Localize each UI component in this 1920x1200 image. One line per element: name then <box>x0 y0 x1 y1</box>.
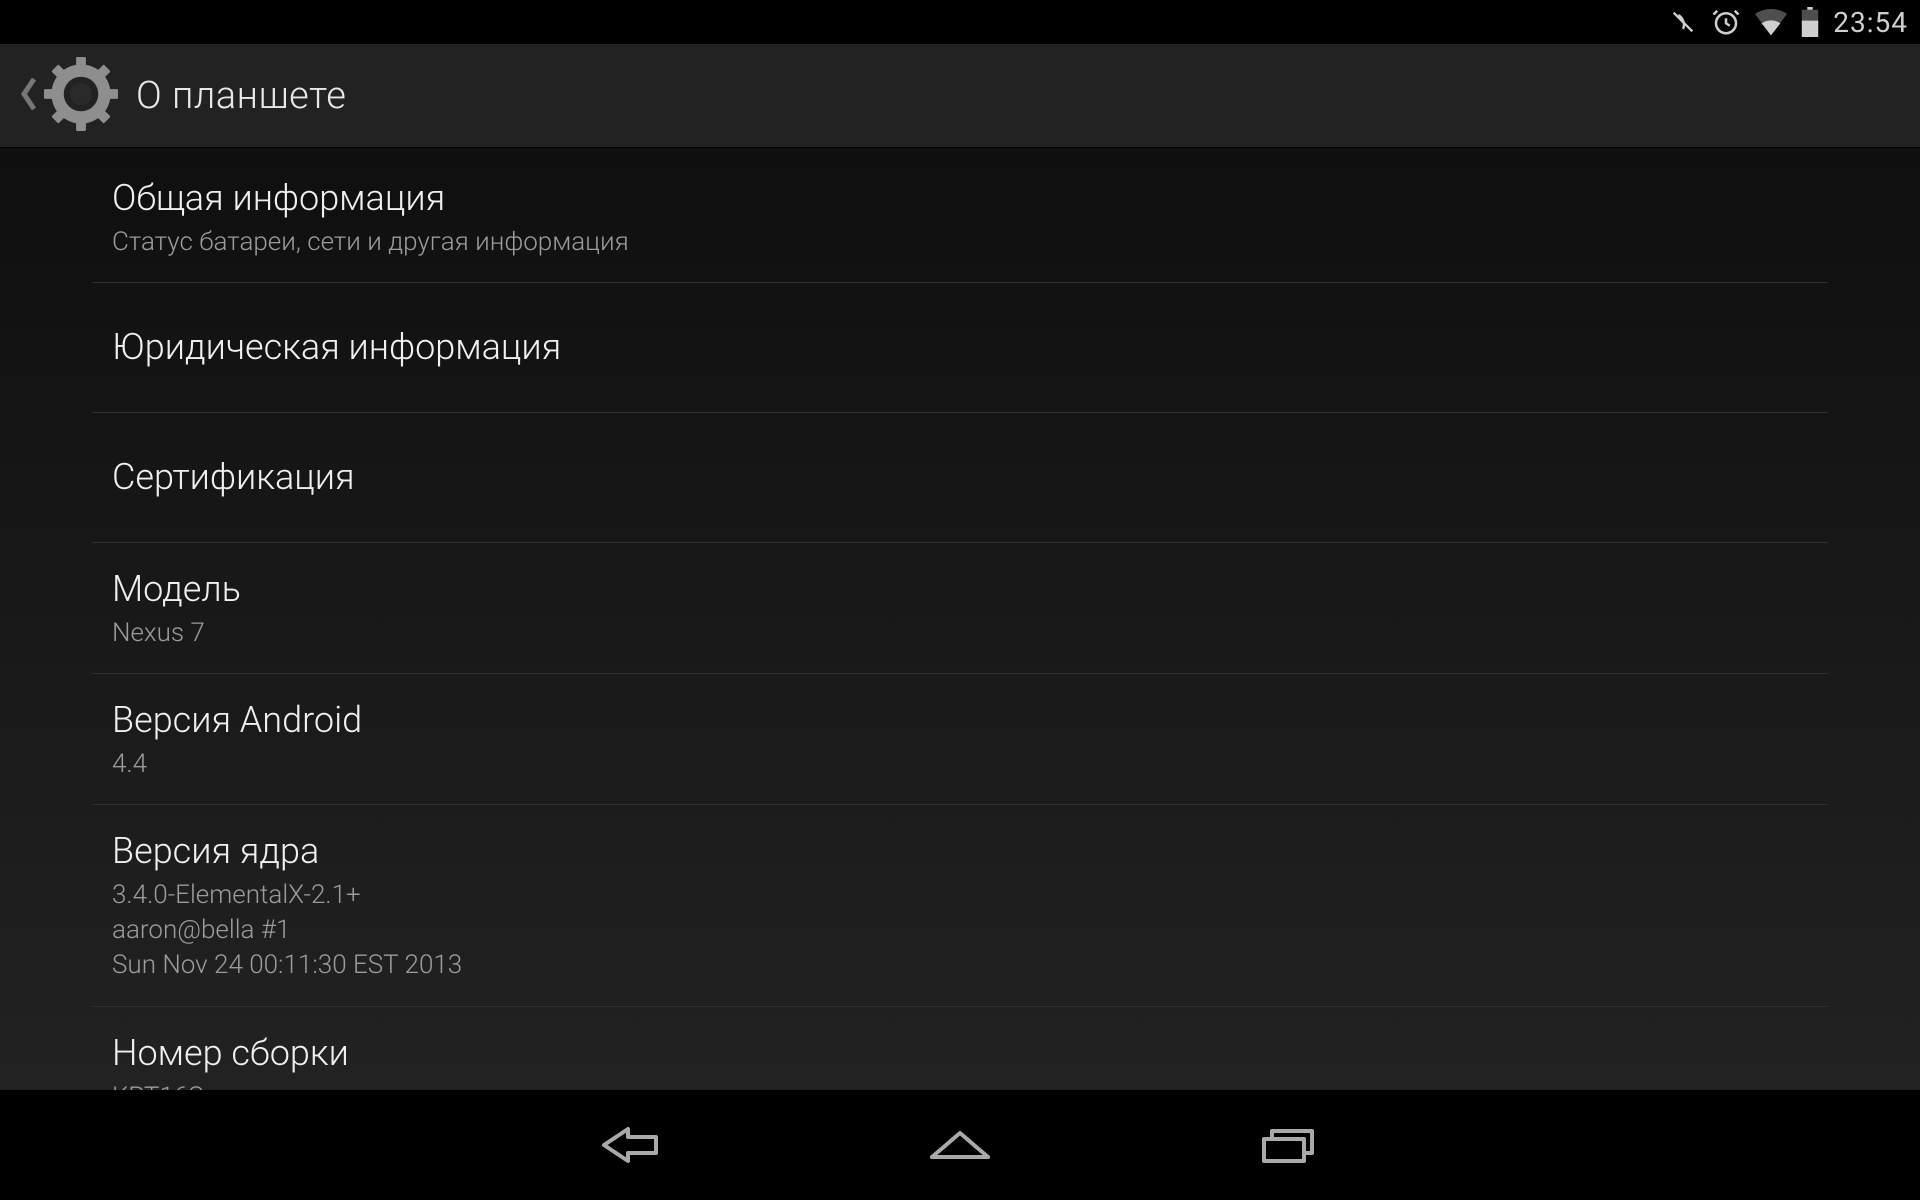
item-kernel-version[interactable]: Версия ядра 3.4.0-ElementalX-2.1+ aaron@… <box>92 805 1828 1006</box>
item-model[interactable]: Модель Nexus 7 <box>92 543 1828 674</box>
status-bar: 23:54 <box>0 0 1920 44</box>
item-title: Модель <box>112 567 1808 612</box>
back-caret-icon[interactable] <box>18 74 40 118</box>
item-title: Юридическая информация <box>112 325 1808 370</box>
navigation-bar <box>0 1090 1920 1200</box>
nav-recents-button[interactable] <box>1254 1121 1322 1169</box>
nav-home-button[interactable] <box>926 1121 994 1169</box>
item-subtitle: Статус батареи, сети и другая информация <box>112 225 1808 260</box>
item-title: Версия Android <box>112 698 1808 743</box>
about-list: Общая информация Статус батареи, сети и … <box>92 152 1828 1090</box>
item-android-version[interactable]: Версия Android 4.4 <box>92 674 1828 805</box>
item-subtitle: Nexus 7 <box>112 616 1808 651</box>
item-title: Сертификация <box>112 455 1808 500</box>
item-subtitle: 4.4 <box>112 747 1808 782</box>
vibrate-icon <box>1669 8 1697 36</box>
content-area: Общая информация Статус батареи, сети и … <box>0 148 1920 1090</box>
page-title: О планшете <box>136 74 346 118</box>
item-subtitle: KRT16S <box>112 1080 1808 1090</box>
alarm-icon <box>1711 7 1741 37</box>
nav-back-button[interactable] <box>598 1121 666 1169</box>
settings-icon[interactable] <box>44 57 118 135</box>
item-general-info[interactable]: Общая информация Статус батареи, сети и … <box>92 152 1828 283</box>
wifi-icon <box>1755 8 1787 36</box>
item-title: Версия ядра <box>112 829 1808 874</box>
status-clock: 23:54 <box>1833 6 1908 39</box>
item-title: Номер сборки <box>112 1031 1808 1076</box>
item-build-number[interactable]: Номер сборки KRT16S <box>92 1007 1828 1090</box>
item-title: Общая информация <box>112 176 1808 221</box>
item-subtitle: 3.4.0-ElementalX-2.1+ aaron@bella #1 Sun… <box>112 878 1808 983</box>
item-legal-info[interactable]: Юридическая информация <box>92 283 1828 413</box>
action-bar: О планшете <box>0 44 1920 148</box>
battery-icon <box>1801 7 1819 37</box>
item-certification[interactable]: Сертификация <box>92 413 1828 543</box>
